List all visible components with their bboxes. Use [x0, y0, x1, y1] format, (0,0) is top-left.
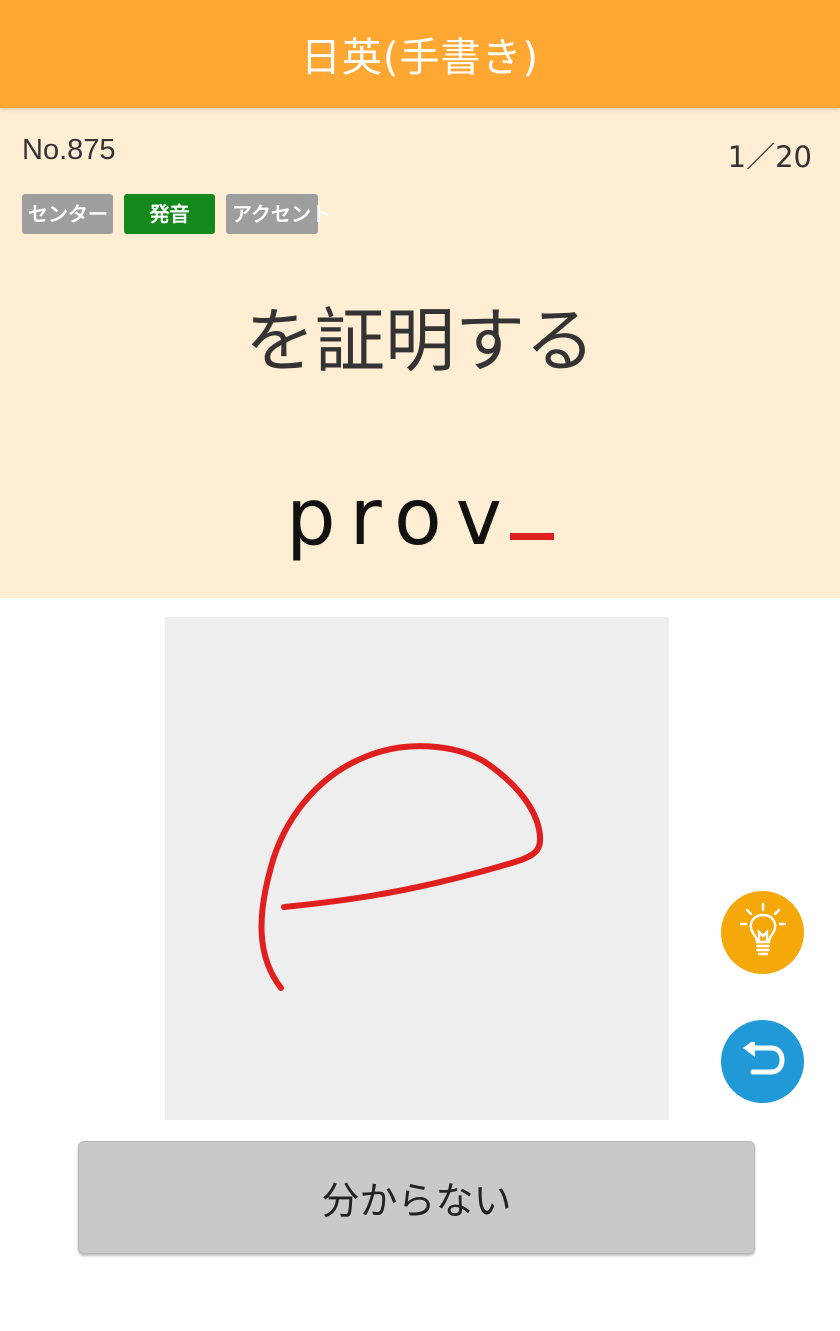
header-title: 日英(手書き): [300, 35, 540, 81]
question-progress: 1／20: [727, 140, 812, 174]
tag-list: センター 発音 アクセント: [22, 194, 331, 234]
handwriting-canvas[interactable]: [165, 617, 669, 1120]
app-header: 日英(手書き): [0, 0, 840, 108]
question-number: No.875: [22, 134, 116, 166]
tag-accent: アクセント: [226, 194, 331, 234]
answer-row: prov: [0, 468, 840, 568]
dont-know-button[interactable]: 分からない: [78, 1141, 755, 1254]
tag-center: センター: [22, 194, 113, 234]
japanese-prompt: を証明する: [245, 300, 595, 382]
tag-pronunciation: 発音: [124, 194, 215, 234]
undo-icon: [741, 1038, 785, 1082]
hint-button[interactable]: [721, 891, 804, 974]
dont-know-label: 分からない: [321, 1179, 512, 1223]
answer-cursor: [509, 533, 554, 540]
undo-button[interactable]: [721, 1020, 804, 1103]
answer-typed: prov: [286, 473, 516, 563]
question-card: No.875 1／20 センター 発音 アクセント を証明する prov: [0, 108, 840, 598]
handwriting-stroke: [258, 743, 544, 991]
lightbulb-icon: [738, 902, 788, 964]
